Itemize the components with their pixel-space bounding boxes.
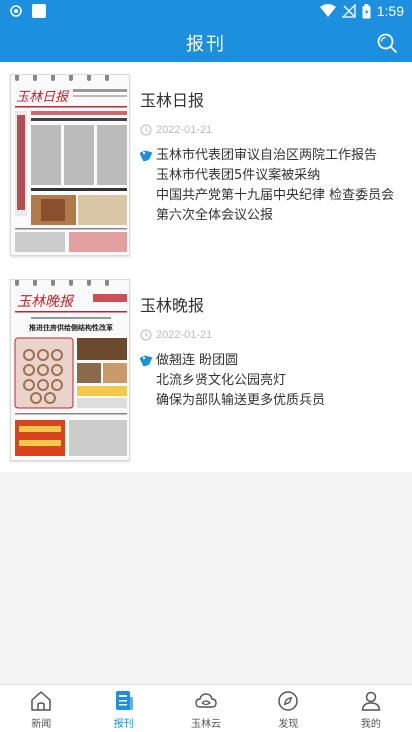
newspaper-cover[interactable]: 玉林晚报 推进住房供给侧结构性改革 xyxy=(10,279,130,461)
publish-date-text: 2022-01-21 xyxy=(156,329,213,341)
headline-item[interactable]: 确保为部队输送更多优质兵员 xyxy=(140,391,404,411)
publish-date-text: 2022-01-21 xyxy=(156,124,213,136)
headline-list: 做翘连 盼团圆 北流乡贤文化公园亮灯 确保为部队输送更多优质兵员 xyxy=(140,351,404,411)
nav-item-news[interactable]: 新闻 xyxy=(0,685,82,732)
user-icon xyxy=(361,691,381,711)
nav-label: 发现 xyxy=(278,719,299,730)
newspaper-thumbnail: 玉林晚报 推进住房供给侧结构性改革 xyxy=(11,280,129,460)
clock-icon xyxy=(140,329,152,341)
publish-date: 2022-01-21 xyxy=(140,329,212,341)
newspaper-card-yulin-evening[interactable]: 玉林晚报 推进住房供给侧结构性改革 玉林晚报 2022-01-21 做翘连 盼团… xyxy=(0,267,412,472)
headline-list: 玉林市代表团审议自治区两院工作报告 玉林市代表团5件议案被采纳 中国共产党第十九… xyxy=(140,146,404,226)
compass-icon xyxy=(278,691,299,711)
nav-item-mine[interactable]: 我的 xyxy=(330,685,412,732)
headline-item[interactable]: 玉林市代表团5件议案被采纳 xyxy=(140,166,404,186)
cover-masthead: 玉林日报 xyxy=(16,90,70,105)
newspaper-icon xyxy=(115,691,133,710)
newspaper-card-yulin-daily[interactable]: 玉林日报 玉林日报 2022-01-21 玉林市代表团审议自治区两院工作报告 玉… xyxy=(0,62,412,267)
home-icon xyxy=(31,691,51,711)
wifi-icon xyxy=(319,4,336,17)
cover-binding-rings xyxy=(15,75,109,81)
nav-item-discover[interactable]: 发现 xyxy=(247,685,329,732)
search-icon[interactable] xyxy=(376,32,398,54)
cover-headline: 推进住房供给侧结构性改革 xyxy=(29,323,113,332)
headline-item[interactable]: 北流乡贤文化公园亮灯 xyxy=(140,371,404,391)
bottom-nav: 新闻 报刊 玉林云 发现 我的 xyxy=(0,684,412,732)
headline-item[interactable]: 中国共产党第十九届中央纪律 检查委员会第六次全体会议公报 xyxy=(140,186,404,226)
nav-item-newspaper[interactable]: 报刊 xyxy=(82,685,164,732)
battery-icon xyxy=(362,3,371,18)
newspaper-list: 玉林日报 玉林日报 2022-01-21 玉林市代表团审议自治区两院工作报告 玉… xyxy=(0,62,412,472)
notification-icon xyxy=(10,5,22,17)
nav-item-yulin-cloud[interactable]: 玉林云 xyxy=(165,685,247,732)
clock-icon xyxy=(140,124,152,136)
tag-icon xyxy=(140,150,153,161)
newspaper-name[interactable]: 玉林晚报 xyxy=(140,295,404,317)
publish-date: 2022-01-21 xyxy=(140,124,212,136)
newspaper-name[interactable]: 玉林日报 xyxy=(140,90,404,112)
signal-icon xyxy=(341,4,356,18)
app-notification-icon xyxy=(32,4,46,18)
page-title: 报刊 xyxy=(186,34,226,55)
cover-masthead: 玉林晚报 xyxy=(17,294,75,310)
nav-label: 我的 xyxy=(360,719,381,730)
newspaper-thumbnail: 玉林日报 xyxy=(11,75,129,255)
nav-label: 报刊 xyxy=(113,719,134,730)
newspaper-cover[interactable]: 玉林日报 xyxy=(10,74,130,256)
nav-label: 新闻 xyxy=(31,719,52,730)
status-bar: 1:59 xyxy=(0,0,412,24)
headline-item[interactable]: 玉林市代表团审议自治区两院工作报告 xyxy=(140,146,404,166)
headline-item[interactable]: 做翘连 盼团圆 xyxy=(140,351,404,371)
app-bar: 报刊 xyxy=(0,24,412,62)
cloud-icon xyxy=(195,693,217,708)
nav-label: 玉林云 xyxy=(191,719,222,730)
status-time: 1:59 xyxy=(376,3,404,19)
cover-binding-rings xyxy=(15,280,109,286)
tag-icon xyxy=(140,355,153,366)
